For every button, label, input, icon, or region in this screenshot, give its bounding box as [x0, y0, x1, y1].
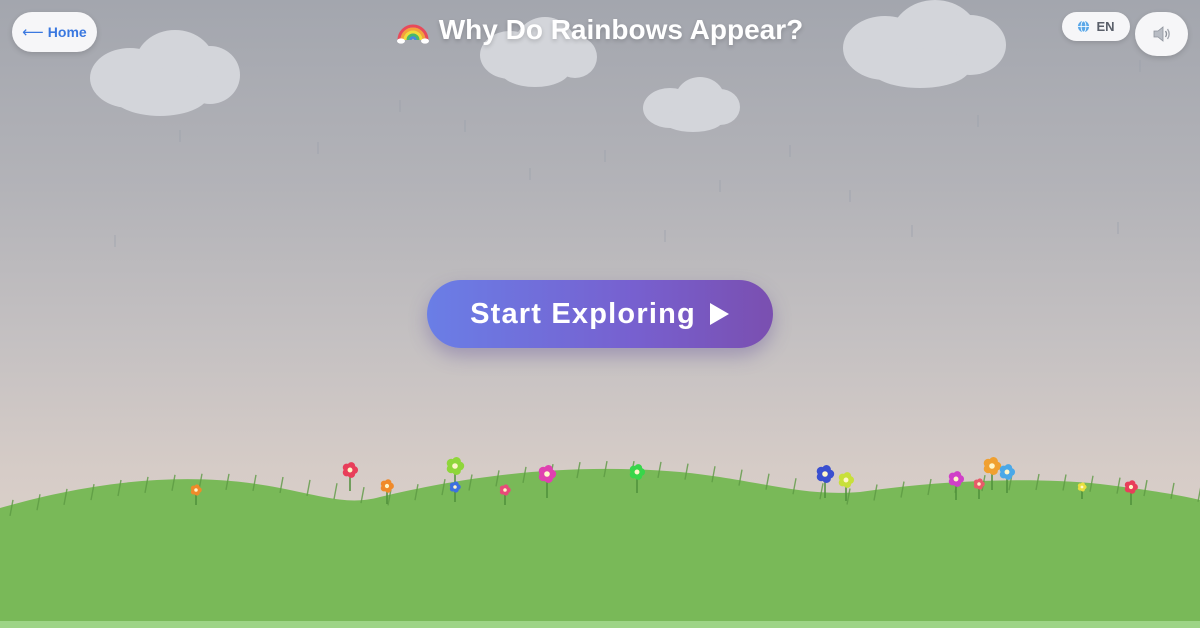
grass-blade: [1008, 474, 1013, 491]
grass-blade: [387, 489, 392, 506]
grass-blade: [9, 499, 14, 516]
flower: [449, 481, 461, 502]
grass-blade: [1035, 473, 1040, 491]
grass-blade: [36, 494, 41, 511]
cloud: [643, 77, 740, 132]
grass-blade: [63, 488, 68, 506]
page-title: Why Do Rainbows Appear?: [0, 14, 1200, 46]
flower: [380, 479, 394, 504]
rainbow-icon: [396, 24, 429, 44]
flower: [948, 471, 965, 500]
grass-blade: [900, 481, 905, 498]
grass-blade: [1089, 475, 1094, 492]
title-text: Why Do Rainbows Appear?: [438, 14, 804, 45]
grass-blade: [225, 473, 230, 490]
grass-blade: [576, 462, 581, 479]
start-label: Start Exploring: [470, 297, 696, 330]
grass-blade: [630, 460, 635, 478]
grass-blade: [198, 473, 203, 490]
grass-blade: [333, 483, 338, 500]
grass-blade: [441, 479, 446, 496]
grass-blade: [279, 476, 284, 494]
grass-blade: [792, 478, 797, 495]
grass-blade: [954, 476, 959, 493]
grass-blade: [90, 483, 95, 501]
flowers: [190, 457, 1138, 505]
flower: [446, 457, 465, 490]
scene: ⟵ Home Why Do Rainbows Appear? EN Start …: [0, 0, 1200, 628]
grass-blade: [1143, 479, 1148, 497]
grass-blade: [711, 466, 716, 483]
hill: [0, 468, 1200, 628]
grass-blade: [360, 487, 365, 504]
grass-blade: [927, 478, 932, 496]
flower: [983, 457, 1002, 490]
flower: [816, 465, 835, 498]
grass-blade: [1170, 482, 1175, 499]
sound-toggle-button[interactable]: [1135, 12, 1188, 56]
grass-blade: [468, 474, 473, 491]
flower: [629, 464, 646, 493]
grass-blade: [1116, 477, 1121, 494]
flower: [973, 478, 985, 499]
grass-blade: [117, 479, 122, 497]
flower: [838, 472, 855, 501]
flower: [1077, 482, 1087, 499]
language-button[interactable]: EN: [1062, 12, 1130, 41]
speaker-icon: [1153, 26, 1170, 42]
grass-blade: [171, 474, 176, 491]
grass-blade: [252, 474, 257, 492]
play-icon: [709, 303, 729, 325]
grass-blade: [657, 461, 662, 479]
grass-blade: [1062, 474, 1067, 491]
grass-blade: [549, 463, 554, 481]
globe-icon: [1078, 20, 1090, 33]
grass-blades: [9, 460, 1200, 516]
grass-blade: [684, 463, 689, 480]
grass-blade: [765, 473, 770, 490]
grass-blade: [414, 484, 419, 501]
language-label: EN: [1096, 19, 1115, 34]
grass-blade: [981, 475, 986, 492]
flower: [538, 465, 557, 498]
grass-blade: [144, 476, 149, 494]
grass-blade: [306, 479, 311, 496]
grass-blade: [603, 461, 608, 478]
grass-blade: [522, 466, 527, 483]
grass-blade: [738, 469, 743, 486]
grass-blade: [846, 488, 851, 505]
grass-blade: [873, 484, 878, 501]
flower: [999, 464, 1016, 493]
start-exploring-button[interactable]: Start Exploring: [427, 280, 773, 348]
grass-blade: [819, 483, 824, 500]
grass-blade: [495, 470, 500, 487]
flower: [190, 484, 202, 505]
flower: [1124, 480, 1138, 505]
bottom-strip: [0, 621, 1200, 628]
flower: [342, 462, 359, 491]
flower: [499, 484, 511, 505]
